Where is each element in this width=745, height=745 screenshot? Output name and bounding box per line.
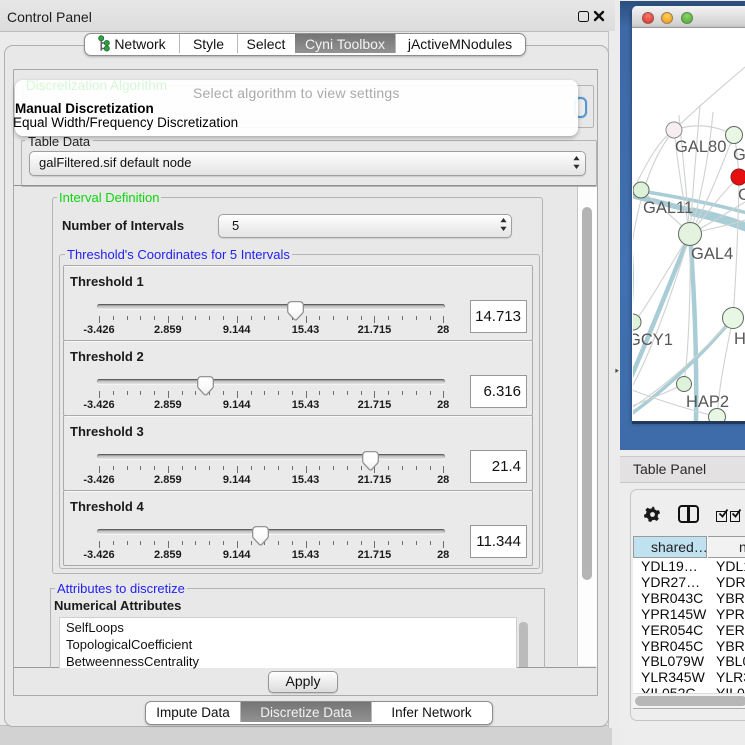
svg-text:GAL4: GAL4 [691, 245, 733, 263]
svg-text:H: H [734, 330, 745, 348]
svg-text:HAP2: HAP2 [686, 393, 729, 411]
svg-text:GAL11: GAL11 [643, 199, 693, 217]
svg-text:GCY1: GCY1 [633, 331, 673, 349]
svg-text:C: C [738, 186, 745, 204]
svg-text:GAL80: GAL80 [675, 138, 726, 156]
svg-text:GA: GA [733, 146, 745, 164]
